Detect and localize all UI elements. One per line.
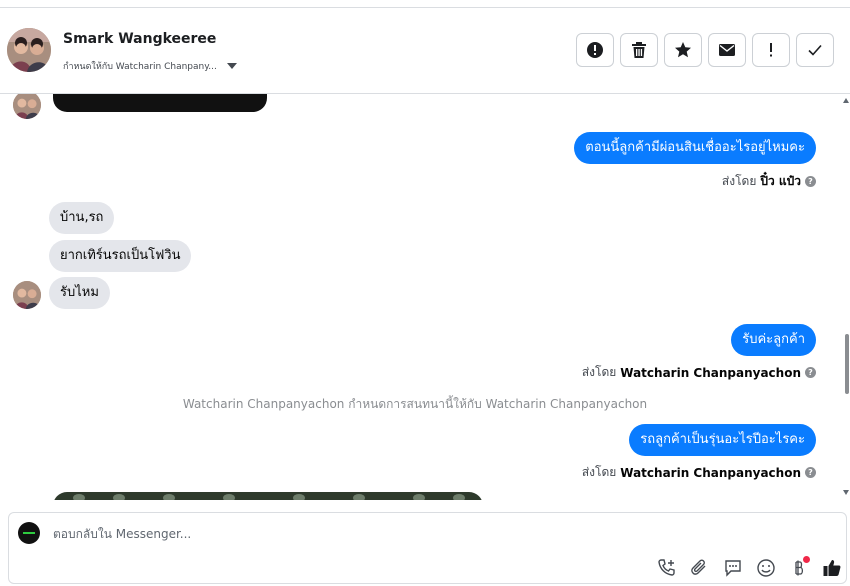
conversation-header: Smark Wangkeeree กำหนดให้กับ Watcharin C…: [0, 8, 850, 94]
page-avatar: [18, 522, 40, 544]
attach-button[interactable]: [688, 556, 712, 580]
message-bubble-incoming[interactable]: บ้าน,รถ: [49, 202, 115, 234]
call-add-button[interactable]: [655, 556, 679, 580]
message-bubble-outgoing[interactable]: รถลูกค้าเป็นรุ่นอะไรปีอะไรคะ: [629, 424, 816, 456]
payment-button[interactable]: [787, 556, 811, 580]
saved-reply-button[interactable]: [721, 556, 745, 580]
composer-toolbar: [655, 556, 844, 580]
contact-avatar-small: [13, 281, 41, 309]
help-icon[interactable]: ?: [805, 176, 816, 187]
reply-input[interactable]: [53, 527, 553, 541]
paperclip-icon: [691, 559, 706, 575]
spam-alert-button[interactable]: [576, 33, 614, 67]
sent-by-prefix: ส่งโดย: [581, 365, 617, 379]
sender-name[interactable]: Watcharin Chanpanyachon: [620, 466, 801, 480]
sent-by-prefix: ส่งโดย: [721, 174, 757, 188]
envelope-icon: [719, 44, 735, 56]
message-thread[interactable]: ตอนนี้ลูกค้ามีผ่อนสินเชื่ออะไรอยู่ไหมคะ …: [0, 94, 850, 500]
sent-by-label: ส่งโดย ปิ๋ว แป๋ว ?: [722, 172, 816, 191]
contact-avatar[interactable]: [7, 28, 51, 72]
contact-avatar-small: [13, 94, 41, 119]
sender-name[interactable]: Watcharin Chanpanyachon: [620, 366, 801, 380]
mark-done-button[interactable]: [796, 33, 834, 67]
sent-by-label: ส่งโดย Watcharin Chanpanyachon ?: [582, 363, 816, 382]
thumbs-up-icon: [823, 560, 841, 576]
scroll-up-arrow-icon[interactable]: [843, 98, 849, 103]
call-add-icon: [658, 559, 675, 576]
star-button[interactable]: [664, 33, 702, 67]
exclamation-icon: [770, 43, 772, 57]
conversation-actions: [576, 33, 834, 67]
message-bubble-outgoing[interactable]: รับค่ะลูกค้า: [731, 324, 816, 356]
sender-name[interactable]: ปิ๋ว แป๋ว: [760, 172, 801, 191]
like-button[interactable]: [820, 556, 844, 580]
notification-dot: [803, 556, 810, 563]
saved-reply-icon: [725, 560, 741, 577]
scroll-down-arrow-icon[interactable]: [843, 490, 849, 495]
image-attachment[interactable]: [53, 492, 483, 500]
scrollbar[interactable]: [842, 94, 850, 500]
image-attachment-preview[interactable]: [53, 94, 267, 112]
help-icon[interactable]: ?: [805, 367, 816, 378]
mark-unread-button[interactable]: [708, 33, 746, 67]
delete-button[interactable]: [620, 33, 658, 67]
assignee-label: กำหนดให้กับ Watcharin Chanpany...: [63, 62, 217, 72]
system-assignment-note: Watcharin Chanpanyachon กำหนดการสนทนานี้…: [182, 397, 648, 411]
alert-circle-icon: [587, 42, 603, 58]
emoji-icon: [757, 559, 775, 577]
sent-by-prefix: ส่งโดย: [581, 465, 617, 479]
scrollbar-thumb[interactable]: [845, 334, 849, 394]
caret-down-icon: [226, 63, 237, 69]
sent-by-label: ส่งโดย Watcharin Chanpanyachon ?: [582, 463, 816, 482]
follow-up-button[interactable]: [752, 33, 790, 67]
message-bubble-incoming[interactable]: รับไหม: [49, 277, 110, 309]
check-icon: [808, 44, 822, 56]
trash-icon: [632, 42, 646, 58]
assignee-selector[interactable]: กำหนดให้กับ Watcharin Chanpany...: [63, 59, 237, 73]
help-icon[interactable]: ?: [805, 467, 816, 478]
star-icon: [675, 42, 691, 58]
reply-composer: [8, 512, 847, 584]
message-bubble-incoming[interactable]: ยากเทิร์นรถเป็นโฟวิน: [49, 240, 192, 272]
message-bubble-outgoing[interactable]: ตอนนี้ลูกค้ามีผ่อนสินเชื่ออะไรอยู่ไหมคะ: [574, 132, 816, 164]
emoji-button[interactable]: [754, 556, 778, 580]
contact-name[interactable]: Smark Wangkeeree: [63, 31, 216, 47]
